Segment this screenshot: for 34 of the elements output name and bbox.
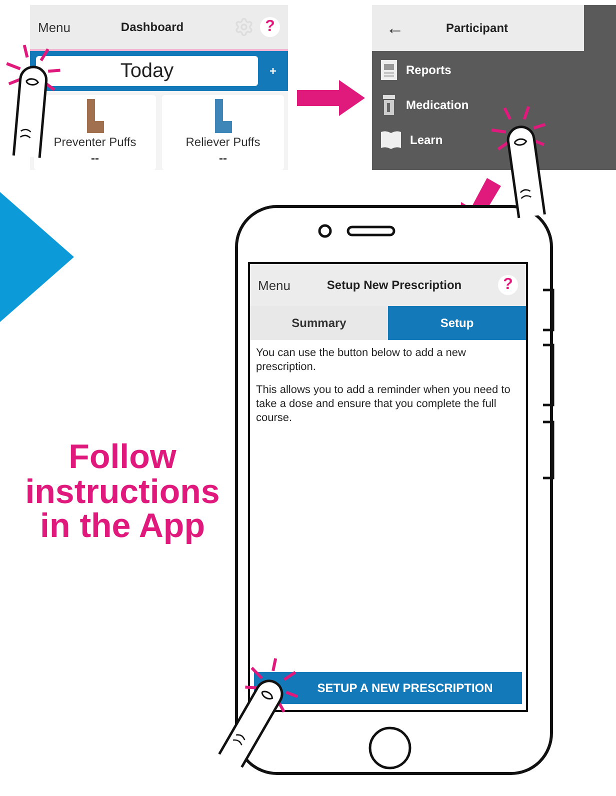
- puffs-card[interactable]: Reliever Puffs --: [162, 95, 284, 170]
- arrow-icon: [295, 80, 367, 116]
- help-button[interactable]: ?: [498, 275, 518, 295]
- home-button-icon: [368, 726, 412, 770]
- back-arrow[interactable]: ←: [386, 18, 404, 38]
- book-icon: [380, 130, 402, 150]
- help-button[interactable]: ?: [260, 17, 280, 37]
- instruction-text: You can use the button below to add a new prescription.: [256, 346, 467, 375]
- triangle-icon: [0, 192, 74, 322]
- pill-bottle-icon: [380, 94, 398, 116]
- setup-prescription-button[interactable]: SETUP A NEW PRESCRIPTION: [254, 672, 522, 704]
- menu-item[interactable]: Learn: [410, 132, 443, 146]
- card-value: --: [91, 151, 99, 165]
- menu-item[interactable]: Reports: [406, 62, 452, 76]
- add-button[interactable]: +: [264, 64, 282, 78]
- screen-title: Participant: [446, 21, 508, 35]
- camera-icon: [318, 224, 396, 238]
- report-icon: [380, 58, 398, 80]
- screen-title: Setup New Prescription: [326, 278, 463, 292]
- instruction-text: This allows you to add a reminder when you need to take a dose and ensure that you complete the full course.: [256, 382, 512, 426]
- screen-title: Dashboard: [120, 20, 185, 34]
- menu-link[interactable]: Menu: [38, 20, 71, 34]
- tab[interactable]: Summary: [250, 306, 388, 340]
- card-label: Reliever Puffs: [186, 135, 260, 149]
- menu-item[interactable]: Medication: [406, 98, 469, 112]
- tab[interactable]: Setup: [388, 306, 526, 340]
- date-field[interactable]: Today: [36, 56, 258, 86]
- side-button-icon: [543, 290, 555, 480]
- caption-text: in the App: [40, 509, 205, 544]
- menu-link[interactable]: Menu: [258, 278, 291, 292]
- card-label: Preventer Puffs: [54, 135, 136, 149]
- caption-text: Follow: [68, 440, 176, 475]
- card-value: --: [219, 151, 227, 165]
- caption-text: instructions: [25, 474, 220, 510]
